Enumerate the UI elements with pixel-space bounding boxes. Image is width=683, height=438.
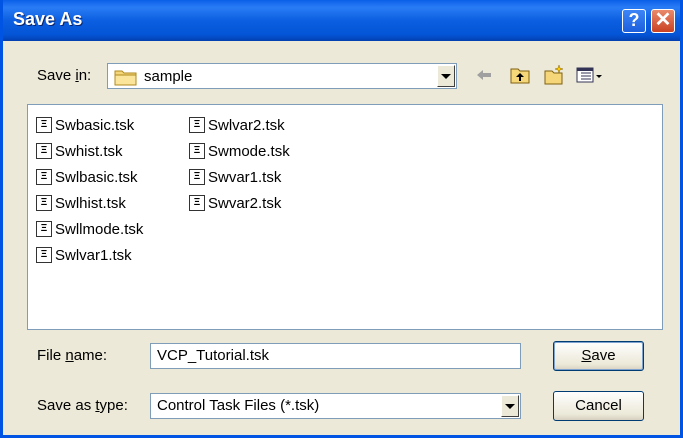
task-file-icon: Ξ (36, 221, 52, 237)
task-file-icon: Ξ (36, 117, 52, 133)
file-item[interactable]: Ξ Swhist.tsk (36, 141, 123, 161)
file-item[interactable]: Ξ Swlvar1.tsk (36, 245, 132, 265)
folder-icon (114, 70, 137, 86)
save-in-combo[interactable]: sample (107, 63, 457, 89)
task-file-icon: Ξ (189, 143, 205, 159)
task-file-icon: Ξ (36, 195, 52, 211)
up-folder-icon[interactable] (509, 64, 531, 86)
save-as-type-value: Control Task Files (*.tsk) (157, 397, 320, 414)
new-folder-icon[interactable] (543, 64, 565, 86)
task-file-icon: Ξ (189, 117, 205, 133)
file-item[interactable]: Ξ Swllmode.tsk (36, 219, 143, 239)
save-as-type-dropdown-button[interactable] (501, 395, 519, 417)
save-button[interactable]: Save (553, 341, 644, 371)
save-in-label: Save in: (37, 67, 92, 84)
file-list[interactable]: Ξ Swbasic.tsk Ξ Swhist.tsk Ξ Swlbasic.tsk Ξ… (27, 104, 663, 330)
chevron-down-icon (505, 403, 515, 409)
chevron-down-icon (441, 73, 451, 79)
save-in-folder-name: sample (144, 68, 193, 85)
task-file-icon: Ξ (36, 169, 52, 185)
save-in-dropdown-button[interactable] (437, 65, 455, 87)
back-arrow-icon[interactable] (473, 64, 495, 86)
file-item[interactable]: Ξ Swlbasic.tsk (36, 167, 138, 187)
help-button[interactable]: ? (622, 9, 646, 33)
view-menu-icon[interactable] (575, 64, 605, 86)
window-title: Save As (13, 9, 83, 29)
file-item[interactable]: Ξ Swlvar2.tsk (189, 115, 285, 135)
task-file-icon: Ξ (189, 169, 205, 185)
task-file-icon: Ξ (189, 195, 205, 211)
file-item[interactable]: Ξ Swlhist.tsk (36, 193, 126, 213)
file-name-label: File name: (37, 347, 108, 364)
task-file-icon: Ξ (36, 143, 52, 159)
cancel-button[interactable]: Cancel (553, 391, 644, 421)
save-as-type-label: Save as type: (37, 397, 128, 414)
close-button[interactable]: ✕ (651, 9, 675, 33)
file-name-input[interactable]: VCP_Tutorial.tsk (150, 343, 521, 369)
file-item[interactable]: Ξ Swbasic.tsk (36, 115, 134, 135)
task-file-icon: Ξ (36, 247, 52, 263)
save-as-type-select[interactable]: Control Task Files (*.tsk) (150, 393, 521, 419)
file-item[interactable]: Ξ Swvar2.tsk (189, 193, 281, 213)
save-as-dialog: Save As ? ✕ Save in: sample Ξ Swbasic.tsk… (0, 0, 683, 438)
file-item[interactable]: Ξ Swmode.tsk (189, 141, 290, 161)
title-bar[interactable]: Save As ? ✕ (3, 0, 680, 41)
file-item[interactable]: Ξ Swvar1.tsk (189, 167, 281, 187)
